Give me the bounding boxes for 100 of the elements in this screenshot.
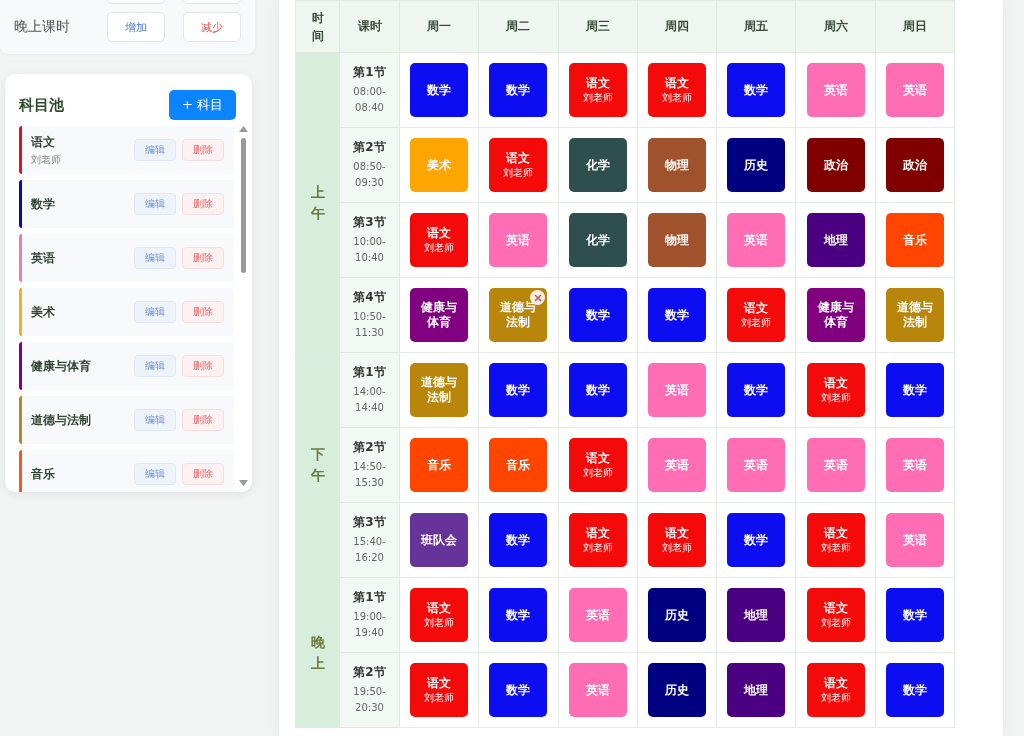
period-time: 14:00-14:40 (352, 385, 387, 415)
edit-button[interactable]: 编辑 (134, 463, 176, 485)
lesson-tile[interactable]: 地理 (727, 663, 786, 717)
add-subject-button[interactable]: + 科目 (169, 90, 236, 120)
section-cell: 下午 (295, 352, 340, 578)
lesson-tile[interactable]: 数学 (648, 288, 706, 342)
lesson-tile[interactable]: 数学 (727, 63, 786, 117)
lesson-tile[interactable]: 健康与体育 (410, 288, 469, 342)
lesson-tile[interactable]: 政治 (806, 138, 865, 192)
lesson-tile[interactable]: 英语 (806, 438, 865, 492)
lesson-tile[interactable]: 英语 (568, 663, 627, 717)
lesson-tile[interactable]: 英语 (648, 363, 706, 417)
edit-button[interactable]: 编辑 (134, 355, 176, 377)
lesson-tile[interactable]: 语文 刘老师 (648, 513, 706, 567)
lesson-tile[interactable]: 英语 (648, 438, 706, 492)
lesson-tile[interactable]: 道德与法制 (489, 288, 548, 342)
lesson-tile[interactable]: 音乐 (885, 213, 944, 267)
delete-button[interactable]: 删除 (182, 463, 224, 485)
lesson-tile[interactable]: 英语 (489, 213, 548, 267)
period-label: 第2节 (352, 439, 387, 456)
lesson-tile[interactable]: 健康与体育 (806, 288, 865, 342)
edit-button[interactable]: 编辑 (134, 409, 176, 431)
period-label: 第1节 (352, 64, 387, 81)
edit-button[interactable]: 编辑 (134, 301, 176, 323)
period-label: 第4节 (352, 289, 387, 306)
lesson-tile[interactable]: 数学 (885, 663, 944, 717)
lesson-tile[interactable]: 英语 (885, 438, 944, 492)
lesson-tile[interactable]: 物理 (648, 138, 706, 192)
lesson-tile[interactable]: 数学 (727, 363, 786, 417)
lesson-tile[interactable]: 语文 刘老师 (410, 213, 469, 267)
lesson-tile[interactable]: 历史 (648, 588, 706, 642)
lesson-tile[interactable]: 数学 (885, 588, 944, 642)
scroll-down-icon[interactable] (238, 480, 248, 486)
lesson-tile[interactable]: 道德与法制 (885, 288, 944, 342)
column-header: 周二 (478, 0, 559, 53)
edit-button[interactable]: 编辑 (134, 139, 176, 161)
delete-button[interactable]: 删除 (182, 193, 224, 215)
lesson-tile[interactable]: 数学 (727, 513, 786, 567)
lesson-tile[interactable]: 数学 (885, 363, 944, 417)
setting-label: 晚上课时 (14, 18, 71, 36)
lesson-tile[interactable]: 数学 (410, 63, 469, 117)
lesson-tile[interactable]: 物理 (648, 213, 706, 267)
lesson-tile[interactable]: 数学 (489, 63, 548, 117)
increase-button[interactable]: 增加 (107, 12, 165, 42)
delete-button[interactable]: 删除 (182, 247, 224, 269)
delete-button[interactable]: 删除 (182, 409, 224, 431)
lesson-tile[interactable]: 数学 (489, 588, 548, 642)
lesson-tile[interactable]: 语文 刘老师 (410, 588, 469, 642)
delete-button[interactable]: 删除 (182, 139, 224, 161)
lesson-tile[interactable]: 语文 刘老师 (806, 513, 865, 567)
lesson-tile[interactable]: 语文 刘老师 (806, 588, 865, 642)
subject-name: 英语 (31, 249, 56, 267)
lesson-tile[interactable]: 音乐 (489, 438, 548, 492)
edit-button[interactable]: 编辑 (134, 193, 176, 215)
lesson-tile[interactable]: 语文 刘老师 (568, 513, 627, 567)
subject-item[interactable]: 英语 编辑 删除 (19, 234, 234, 282)
lesson-tile[interactable]: 语文 刘老师 (806, 363, 865, 417)
period-label: 第2节 (352, 664, 387, 681)
lesson-tile[interactable]: 英语 (885, 513, 944, 567)
scroll-up-icon[interactable] (238, 126, 248, 132)
decrease-button[interactable]: 减少 (183, 12, 241, 42)
lesson-tile[interactable]: 道德与法制 (410, 363, 469, 417)
lesson-tile[interactable]: 历史 (648, 663, 706, 717)
lesson-tile[interactable]: 化学 (568, 138, 627, 192)
lesson-tile[interactable]: 化学 (568, 213, 627, 267)
lesson-tile[interactable]: 历史 (727, 138, 786, 192)
lesson-tile[interactable]: 地理 (727, 588, 786, 642)
pool-title: 科目池 (19, 95, 64, 115)
delete-button[interactable]: 删除 (182, 301, 224, 323)
lesson-tile[interactable]: 语文 刘老师 (727, 288, 786, 342)
lesson-tile[interactable]: 数学 (568, 363, 627, 417)
scrollbar-thumb[interactable] (240, 138, 246, 273)
lesson-tile[interactable]: 地理 (806, 213, 865, 267)
lesson-tile[interactable]: 数学 (489, 513, 548, 567)
subject-item[interactable]: 道德与法制 编辑 删除 (19, 396, 234, 444)
lesson-tile[interactable]: 英语 (568, 588, 627, 642)
subject-item[interactable]: 数学 编辑 删除 (19, 180, 234, 228)
lesson-tile[interactable]: 英语 (885, 63, 944, 117)
lesson-tile[interactable]: 语文 刘老师 (568, 438, 627, 492)
lesson-tile[interactable]: 政治 (885, 138, 944, 192)
lesson-tile[interactable]: 语文 刘老师 (806, 663, 865, 717)
lesson-tile[interactable]: 英语 (806, 63, 865, 117)
lesson-tile[interactable]: 班队会 (410, 513, 469, 567)
lesson-tile[interactable]: 数学 (568, 288, 627, 342)
delete-button[interactable]: 删除 (182, 355, 224, 377)
subject-item[interactable]: 音乐 编辑 删除 (19, 450, 234, 492)
subject-item[interactable]: 健康与体育 编辑 删除 (19, 342, 234, 390)
lesson-tile[interactable]: 英语 (727, 213, 786, 267)
subject-item[interactable]: 语文 刘老师 编辑 删除 (19, 126, 234, 174)
edit-button[interactable]: 编辑 (134, 247, 176, 269)
subject-item[interactable]: 美术 编辑 删除 (19, 288, 234, 336)
lesson-tile[interactable]: 语文 刘老师 (568, 63, 627, 117)
lesson-tile[interactable]: 数学 (489, 363, 548, 417)
lesson-tile[interactable]: 语文 刘老师 (489, 138, 548, 192)
lesson-tile[interactable]: 英语 (727, 438, 786, 492)
lesson-tile[interactable]: 音乐 (410, 438, 469, 492)
lesson-tile[interactable]: 数学 (489, 663, 548, 717)
lesson-tile[interactable]: 语文 刘老师 (410, 663, 469, 717)
subject-name: 美术 (31, 303, 56, 321)
lesson-tile[interactable]: 语文 刘老师 (648, 63, 706, 117)
